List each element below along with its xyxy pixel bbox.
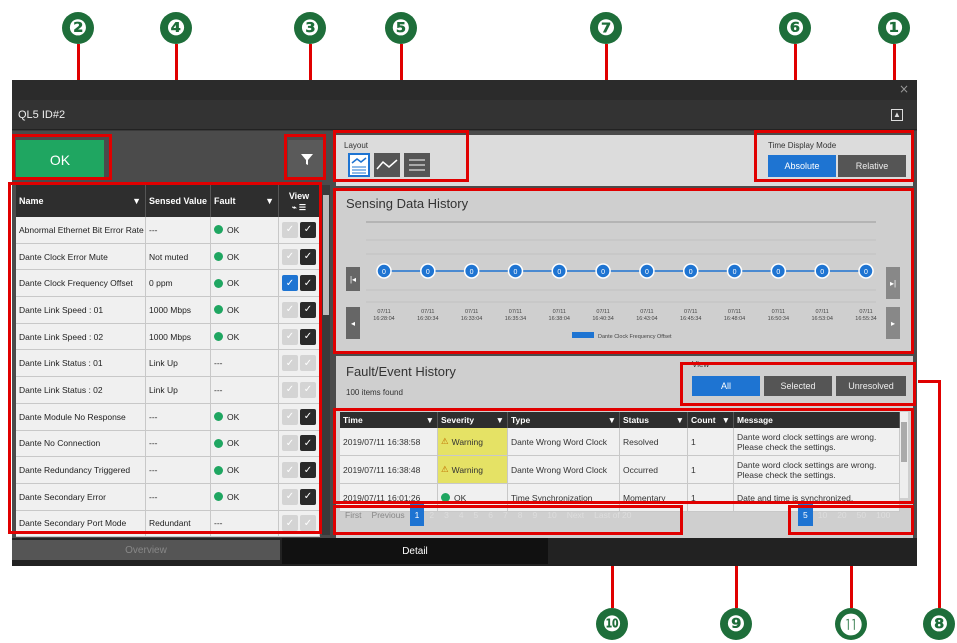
callout-1: ❶ bbox=[878, 12, 910, 44]
items-found: 100 items found bbox=[346, 388, 403, 397]
pointer-line bbox=[938, 380, 941, 608]
bottom-tabs: Overview Detail bbox=[12, 538, 917, 566]
callout-2: ❷ bbox=[62, 12, 94, 44]
highlight-box bbox=[333, 505, 683, 535]
tab-detail[interactable]: Detail bbox=[282, 538, 548, 564]
highlight-box bbox=[333, 188, 914, 354]
highlight-box bbox=[788, 505, 914, 535]
callout-8: ❽ bbox=[923, 608, 955, 640]
pointer-line bbox=[918, 380, 940, 383]
callout-9: ❾ bbox=[720, 608, 752, 640]
callout-11: ⓫ bbox=[835, 608, 867, 640]
callout-4: ❹ bbox=[160, 12, 192, 44]
highlight-box bbox=[284, 134, 326, 180]
highlight-box bbox=[12, 134, 112, 180]
highlight-box bbox=[333, 408, 914, 504]
highlight-box bbox=[333, 130, 469, 182]
highlight-box bbox=[680, 362, 916, 406]
tab-overview[interactable]: Overview bbox=[12, 540, 280, 560]
fault-history-title: Fault/Event History bbox=[346, 364, 456, 379]
left-scrollbar[interactable] bbox=[322, 185, 330, 535]
export-icon[interactable]: ▲ bbox=[891, 109, 903, 121]
scrollbar-thumb[interactable] bbox=[323, 195, 329, 315]
callout-6: ❻ bbox=[779, 12, 811, 44]
device-title: QL5 ID#2 bbox=[18, 109, 66, 121]
close-icon[interactable]: × bbox=[899, 82, 909, 96]
callout-5: ❺ bbox=[385, 12, 417, 44]
highlight-box bbox=[754, 130, 914, 182]
callout-7: ❼ bbox=[590, 12, 622, 44]
title-bar: × bbox=[12, 80, 917, 100]
callout-10: ❿ bbox=[596, 608, 628, 640]
device-header: QL5 ID#2 ▲ bbox=[12, 100, 917, 130]
highlight-box bbox=[8, 182, 322, 534]
callout-3: ❸ bbox=[294, 12, 326, 44]
